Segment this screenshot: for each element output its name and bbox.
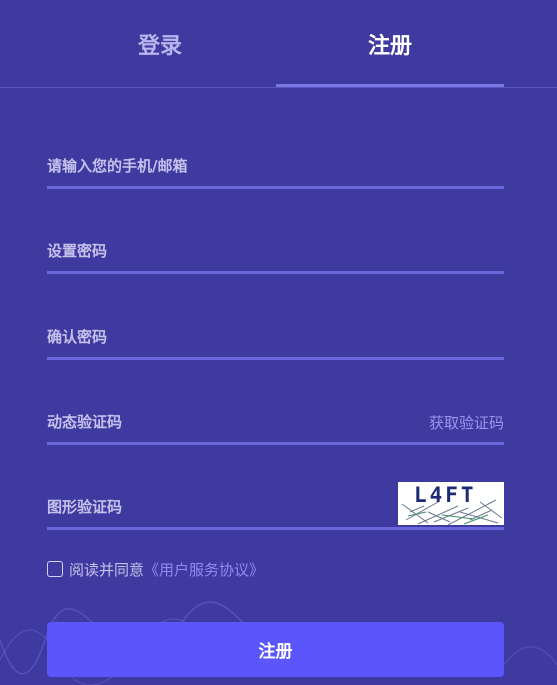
user-service-agreement-link[interactable]: 《用户服务协议》	[144, 559, 264, 580]
sms-code-field: 获取验证码	[47, 402, 504, 445]
account-input[interactable]	[47, 146, 504, 186]
confirm-password-field	[47, 317, 504, 360]
field-underline	[47, 271, 504, 274]
field-underline	[47, 442, 504, 445]
field-underline	[47, 357, 504, 360]
captcha-text: L4FT	[414, 483, 477, 507]
agreement-row: 阅读并同意 《用户服务协议》	[47, 559, 264, 579]
password-field	[47, 231, 504, 274]
active-tab-indicator	[276, 84, 504, 87]
tab-login[interactable]: 登录	[46, 0, 274, 88]
register-submit-button[interactable]: 注册	[47, 622, 504, 677]
captcha-image[interactable]: L4FT	[398, 482, 504, 525]
auth-tabs: 登录 注册	[0, 0, 557, 88]
captcha-field: L4FT	[47, 482, 504, 530]
agreement-text: 阅读并同意	[69, 560, 145, 579]
confirm-password-input[interactable]	[47, 317, 504, 357]
tab-register[interactable]: 注册	[276, 0, 504, 88]
field-underline	[47, 186, 504, 189]
get-sms-code-button[interactable]: 获取验证码	[429, 412, 504, 433]
register-panel: 登录 注册 获取验证码	[0, 0, 557, 685]
password-input[interactable]	[47, 231, 504, 271]
account-field	[47, 146, 504, 189]
agreement-checkbox[interactable]	[47, 561, 63, 577]
field-underline	[47, 527, 504, 530]
